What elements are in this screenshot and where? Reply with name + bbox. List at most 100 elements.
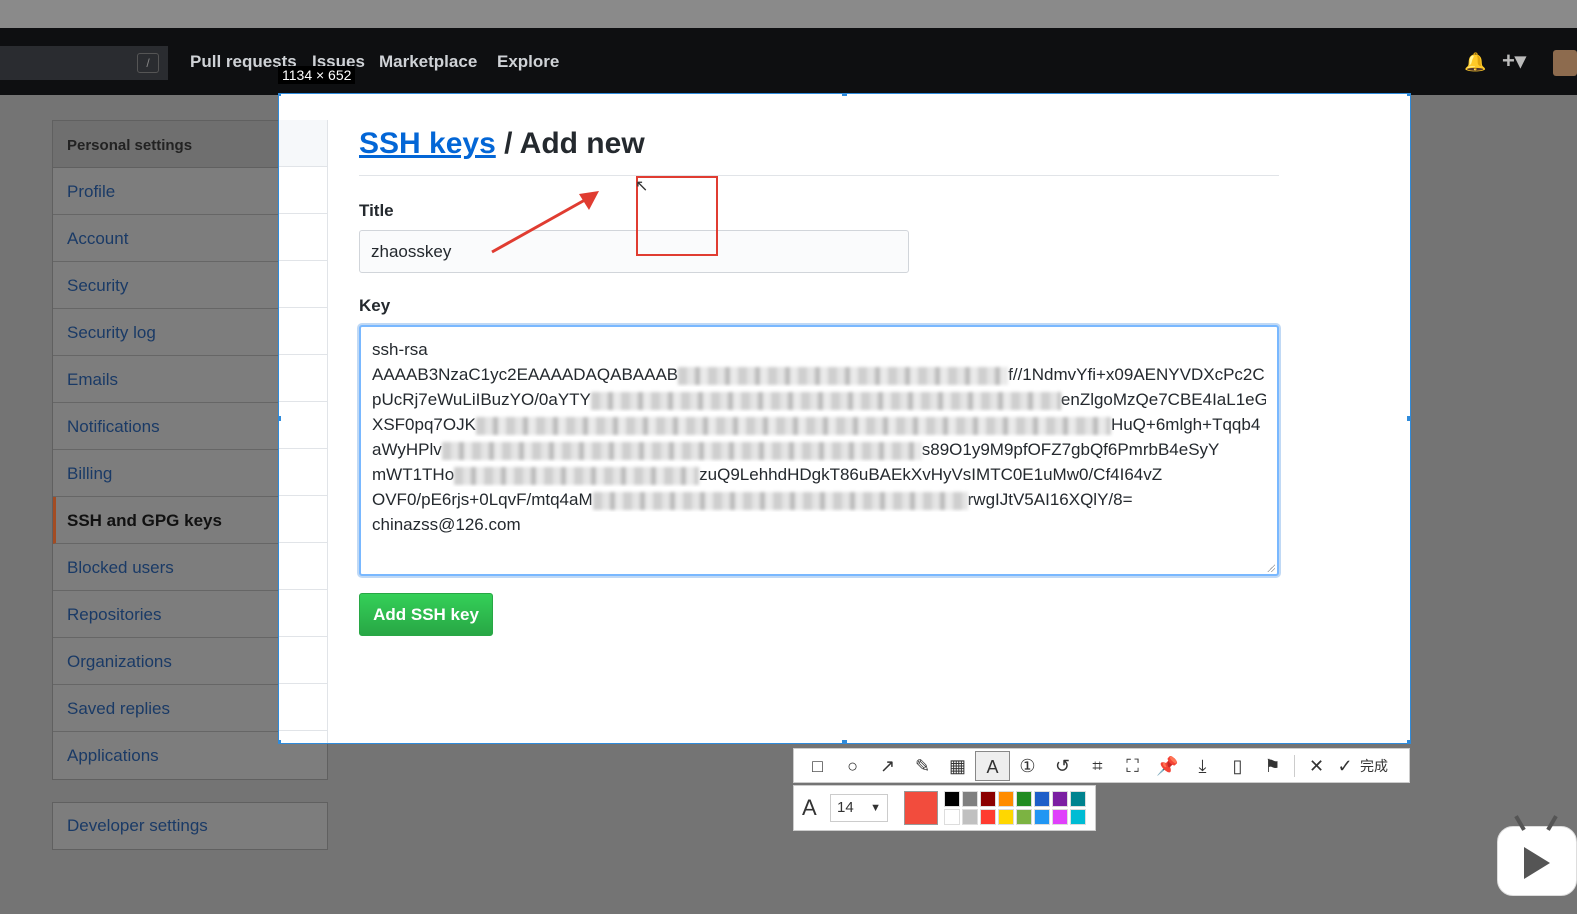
- sidebar-edge: [279, 120, 328, 743]
- color-swatch[interactable]: [980, 791, 996, 807]
- nav-explore[interactable]: Explore: [497, 52, 559, 72]
- color-swatch[interactable]: [944, 809, 960, 825]
- color-swatch[interactable]: [1052, 791, 1068, 807]
- title-divider: [359, 175, 1279, 176]
- color-swatch[interactable]: [998, 809, 1014, 825]
- key-text-line: aWyHPlv s89O1y9M9pfOFZ7gbQf6PmrbB4eSyY: [372, 437, 1266, 462]
- resize-handle-top-left[interactable]: [279, 94, 281, 96]
- toolbar-divider: [1294, 754, 1295, 777]
- redacted-blur: [590, 391, 1061, 410]
- download-icon[interactable]: ⤓: [1185, 751, 1220, 781]
- resize-grip-icon[interactable]: [1265, 562, 1275, 572]
- snip-toolbar: □ ○ ↗ ✎ ▦ A ① ↺ ⌗ ⛶ 📌 ⤓ ▯ ⚑ ✕ ✓ 完成: [793, 748, 1410, 783]
- search-shortcut-badge: /: [137, 53, 159, 73]
- redacted-blur: [441, 441, 922, 460]
- color-swatch[interactable]: [1070, 791, 1086, 807]
- key-text-end: zuQ9LehhdHDgkT86uBAEkXvHyVsIMTC0E1uMw0/C…: [699, 465, 1163, 484]
- key-text-start: chinazss@126.com: [372, 515, 521, 534]
- annotation-arrow: [491, 191, 599, 254]
- page-title: SSH keys / Add new: [359, 127, 645, 161]
- rectangle-tool-icon[interactable]: □: [800, 751, 835, 781]
- key-text-end: f//1NdmvYfi+x09AENYVDXcPc2CLiUSY: [1008, 365, 1266, 384]
- key-text-line: ssh-rsa: [372, 337, 1266, 362]
- color-swatch[interactable]: [1052, 809, 1068, 825]
- pen-tool-icon[interactable]: ✎: [905, 751, 940, 781]
- text-style-bar: A 14 ▼: [793, 785, 1096, 831]
- key-text-end: s89O1y9M9pfOFZ7gbQf6PmrbB4eSyY: [921, 440, 1220, 459]
- mouse-cursor-icon: ↖: [635, 178, 649, 195]
- key-text-line: pUcRj7eWuLiIBuzYO/0aYTY enZlgoMzQe7CBE4Ia…: [372, 387, 1266, 412]
- ocr-icon[interactable]: ⌗: [1080, 751, 1115, 781]
- color-swatch[interactable]: [1070, 809, 1086, 825]
- mosaic-tool-icon[interactable]: ▦: [940, 751, 975, 781]
- key-text-line: OVF0/pE6rjs+0LqvF/mtq4aM rwgIJtV5AI16XQlY…: [372, 487, 1266, 512]
- create-new-menu[interactable]: +▾: [1502, 48, 1526, 74]
- bilibili-logo: [1497, 815, 1577, 896]
- color-swatch[interactable]: [1034, 791, 1050, 807]
- ssh-keys-breadcrumb-link[interactable]: SSH keys: [359, 127, 496, 160]
- resize-handle-left[interactable]: [279, 416, 281, 421]
- color-swatch[interactable]: [962, 791, 978, 807]
- bookmark-icon[interactable]: ⚑: [1255, 751, 1290, 781]
- arrow-tool-icon[interactable]: ↗: [870, 751, 905, 781]
- translate-icon[interactable]: ⛶: [1115, 751, 1150, 781]
- long-capture-icon[interactable]: ▯: [1220, 751, 1255, 781]
- redacted-blur: [678, 366, 1009, 385]
- key-label: Key: [359, 296, 391, 315]
- current-color-swatch[interactable]: [904, 791, 938, 825]
- bell-icon[interactable]: 🔔: [1464, 52, 1486, 73]
- color-palette: [944, 791, 1086, 825]
- color-swatch[interactable]: [980, 809, 996, 825]
- font-size-select[interactable]: 14 ▼: [830, 794, 888, 822]
- window-top-strip: [0, 0, 1577, 28]
- chevron-down-icon: ▼: [870, 802, 881, 814]
- key-text-start: pUcRj7eWuLiIBuzYO/0aYTY: [372, 390, 591, 409]
- resize-handle-top[interactable]: [842, 94, 847, 96]
- text-tool-icon[interactable]: A: [975, 750, 1010, 781]
- key-text-start: AAAAB3NzaC1yc2EAAAADAQABAAAB: [372, 365, 679, 384]
- capture-dimensions-label: 1134 × 652: [278, 66, 356, 84]
- capture-region[interactable]: SSH keys / Add new Title Key ssh-rsa AAAA…: [278, 93, 1411, 744]
- resize-handle-bottom-left[interactable]: [279, 740, 281, 743]
- key-text-start: ssh-rsa: [372, 340, 428, 359]
- redacted-blur: [592, 491, 968, 510]
- add-ssh-key-button[interactable]: Add SSH key: [359, 593, 493, 636]
- key-text-start: aWyHPlv: [372, 440, 442, 459]
- done-button[interactable]: 完成: [1360, 756, 1388, 776]
- resize-handle-bottom-right[interactable]: [1407, 740, 1410, 743]
- redacted-blur: [475, 416, 1111, 435]
- close-icon[interactable]: ✕: [1299, 751, 1334, 781]
- color-swatch[interactable]: [1034, 809, 1050, 825]
- ellipse-tool-icon[interactable]: ○: [835, 751, 870, 781]
- color-swatch[interactable]: [1016, 809, 1032, 825]
- resize-handle-bottom[interactable]: [842, 740, 847, 743]
- nav-marketplace[interactable]: Marketplace: [379, 52, 477, 72]
- redacted-blur: [454, 466, 700, 485]
- font-icon: A: [802, 795, 817, 820]
- key-text-line: XSF0pq7OJK HuQ+6mlgh+Tqqb4: [372, 412, 1266, 437]
- font-size-value: 14: [837, 799, 854, 816]
- undo-icon[interactable]: ↺: [1045, 751, 1080, 781]
- title-field[interactable]: [359, 230, 909, 273]
- color-swatch[interactable]: [1016, 791, 1032, 807]
- pin-icon[interactable]: 📌: [1150, 751, 1185, 781]
- resize-handle-top-right[interactable]: [1407, 94, 1410, 96]
- key-textarea[interactable]: ssh-rsa AAAAB3NzaC1yc2EAAAADAQABAAAB f//1N…: [359, 325, 1279, 576]
- key-text-start: mWT1THo: [372, 465, 455, 484]
- developer-settings-link[interactable]: Developer settings: [52, 802, 328, 850]
- avatar[interactable]: [1553, 50, 1577, 76]
- number-tool-icon[interactable]: ①: [1010, 751, 1045, 781]
- check-icon[interactable]: ✓: [1334, 751, 1356, 781]
- key-text-line: AAAAB3NzaC1yc2EAAAADAQABAAAB f//1NdmvYfi+…: [372, 362, 1266, 387]
- key-text-line: chinazss@126.com: [372, 512, 1266, 537]
- color-swatch[interactable]: [998, 791, 1014, 807]
- key-text-end: enZlgoMzQe7CBE4IaL1eG4IAvAbj: [1060, 390, 1266, 409]
- color-swatch[interactable]: [962, 809, 978, 825]
- key-text-end: HuQ+6mlgh+Tqqb4: [1110, 415, 1261, 434]
- color-swatch[interactable]: [944, 791, 960, 807]
- key-text-end: rwgIJtV5AI16XQlY/8=: [967, 490, 1133, 509]
- resize-handle-right[interactable]: [1407, 416, 1410, 421]
- breadcrumb-rest: / Add new: [495, 127, 645, 160]
- play-icon: [1524, 847, 1550, 879]
- key-text-start: XSF0pq7OJK: [372, 415, 476, 434]
